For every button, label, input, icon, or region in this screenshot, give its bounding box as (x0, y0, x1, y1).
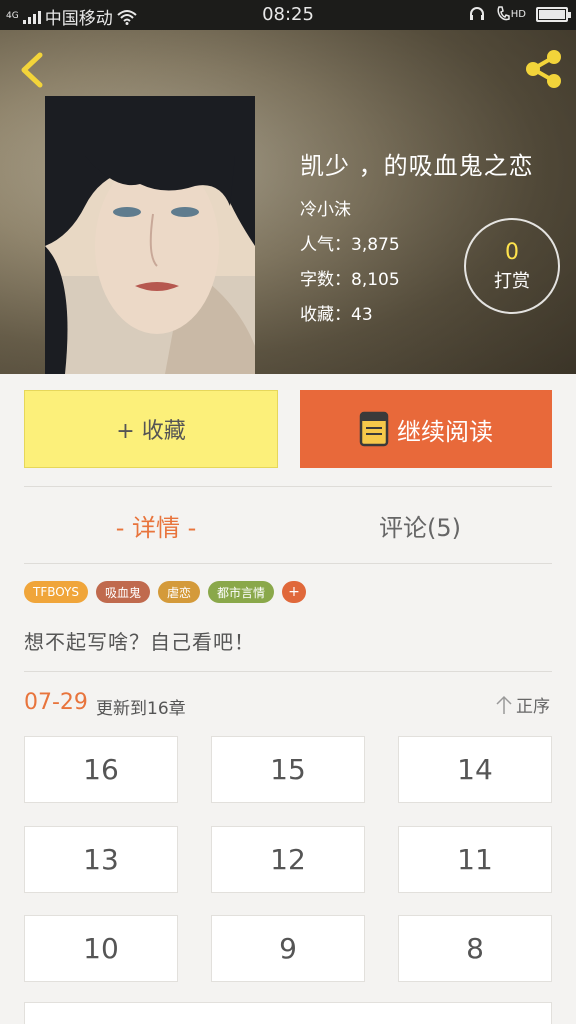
book-icon (359, 411, 389, 447)
update-date: 07-29 (24, 690, 88, 715)
hd-label: HD (510, 8, 526, 20)
continue-reading-button[interactable]: 继续阅读 (300, 390, 552, 468)
tag[interactable]: 都市言情 (208, 581, 275, 603)
chapter-button[interactable]: 9 (211, 915, 365, 982)
sort-order-label: 正序 (516, 697, 550, 717)
tab-detail-label: - 详情 - (115, 513, 197, 542)
chapter-button[interactable]: 11 (398, 826, 552, 893)
headset-icon (469, 7, 484, 20)
continue-reading-label: 继续阅读 (397, 417, 493, 446)
tag[interactable]: 吸血鬼 (96, 581, 151, 603)
divider (24, 486, 552, 487)
update-info: 07-29 更新到16章 正序 (24, 690, 552, 720)
tab-comments-label: 评论(5) (379, 513, 461, 542)
tag[interactable]: TFBOYS (24, 581, 88, 603)
tab-comments[interactable]: 评论(5) (288, 500, 552, 550)
more-tags-button[interactable]: + (282, 581, 307, 603)
tab-detail[interactable]: - 详情 - (24, 500, 288, 550)
share-button[interactable] (522, 48, 564, 90)
tip-button[interactable]: 0 打赏 (464, 218, 560, 314)
chapter-button[interactable]: 13 (24, 826, 178, 893)
book-title: 凯少 ，的吸血鬼之恋 (300, 152, 534, 180)
divider (24, 671, 552, 672)
back-button[interactable] (14, 50, 50, 90)
chapter-button[interactable]: 8 (398, 915, 552, 982)
chapter-button[interactable]: 14 (398, 736, 552, 803)
sort-order-button[interactable]: 正序 (496, 692, 550, 717)
book-summary: 想不起写啥？自己看吧！ (24, 630, 255, 654)
chapter-button[interactable]: 16 (24, 736, 178, 803)
collect-label: + 收藏 (116, 419, 186, 444)
collect-button[interactable]: + 收藏 (24, 390, 278, 468)
update-text: 更新到16章 (96, 699, 186, 719)
chapter-button[interactable]: 15 (211, 736, 365, 803)
tip-count: 0 (505, 240, 519, 265)
tag[interactable]: 虐恋 (158, 581, 201, 603)
book-author[interactable]: 冷小沫 (300, 195, 534, 220)
phone-icon (497, 6, 510, 21)
chapter-button[interactable]: 12 (211, 826, 365, 893)
chapter-button[interactable]: 10 (24, 915, 178, 982)
battery-icon (536, 6, 571, 22)
tip-label: 打赏 (494, 271, 530, 292)
divider (24, 563, 552, 564)
more-chapters-button[interactable] (24, 1002, 552, 1024)
book-header: 凯少 ，的吸血鬼之恋 冷小沫 人气：3,875 字数：8,105 收藏：43 0… (0, 30, 576, 374)
book-cover-image (45, 96, 255, 374)
status-bar: 4G 中国移动 08:25 HD (0, 0, 576, 30)
arrow-up-icon (496, 695, 512, 714)
tag-list: TFBOYS 吸血鬼 虐恋 都市言情 + (24, 581, 307, 603)
